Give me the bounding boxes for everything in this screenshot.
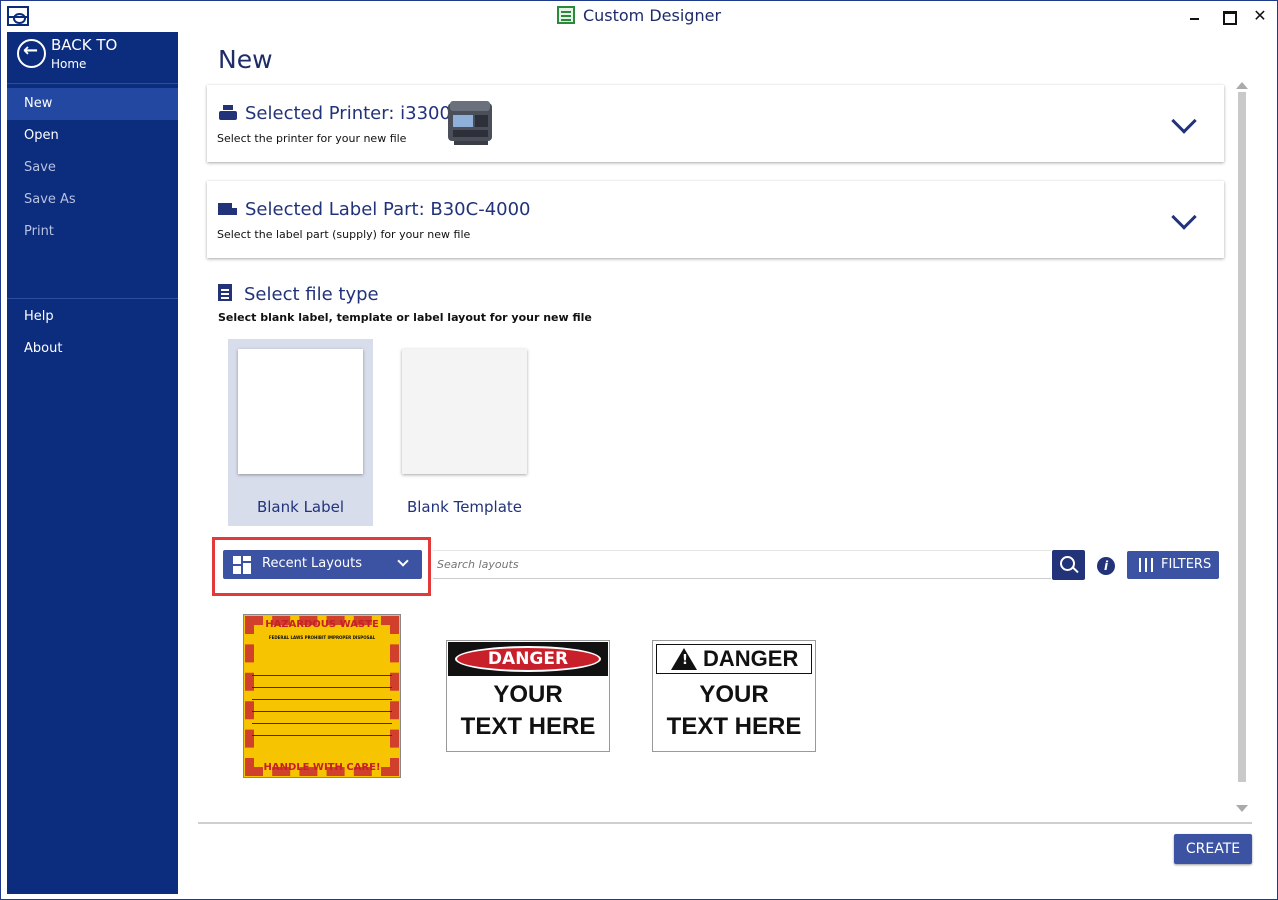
danger-triangle-label: DANGER (703, 646, 799, 671)
layout-thumbnail-hazardous-waste[interactable]: HAZARDOUS WASTE FEDERAL LAWS PROHIBIT IM… (243, 614, 401, 778)
label-part-card-title: Selected Label Part: B30C-4000 (245, 199, 531, 220)
create-button[interactable]: CREATE (1174, 834, 1252, 864)
grid-icon (233, 556, 251, 574)
danger-text-line2: TEXT HERE (666, 713, 802, 740)
printer-icon (219, 105, 237, 121)
blank-template-caption: Blank Template (406, 498, 523, 516)
sidebar-divider (7, 298, 178, 299)
hazard-field-line (252, 675, 392, 676)
file-type-subtitle: Select blank label, template or label la… (218, 311, 592, 324)
blank-label-option[interactable]: Blank Label (228, 339, 373, 526)
layout-thumbnail-danger-oval[interactable]: DANGER YOUR TEXT HERE (446, 640, 610, 752)
hazard-field-line (252, 723, 392, 724)
window-title: Custom Designer (582, 6, 722, 25)
page-title: New (218, 45, 273, 74)
close-button[interactable]: ✕ (1249, 5, 1271, 27)
blank-template-option[interactable]: Blank Template (392, 339, 537, 526)
printer-label: Selected Printer: (245, 103, 395, 124)
printer-card-subtitle: Select the printer for your new file (217, 132, 407, 145)
search-icon[interactable] (1052, 550, 1085, 580)
printer-card[interactable]: Selected Printer: i3300 Select the print… (207, 85, 1224, 162)
app-window: Custom Designer ✕ BACK TO Home New Open … (0, 0, 1278, 900)
hazard-title: HAZARDOUS WASTE (265, 619, 379, 630)
hazard-field-line (252, 711, 392, 712)
chevron-down-icon[interactable] (1171, 204, 1197, 230)
footer-divider (198, 822, 1252, 824)
back-target: Home (51, 57, 87, 71)
vertical-scrollbar[interactable] (1238, 92, 1246, 782)
danger-oval-label: DANGER (455, 646, 601, 672)
window-title-wrap: Custom Designer (1, 6, 1277, 25)
chevron-down-icon (397, 555, 409, 567)
danger-text-line2: TEXT HERE (460, 713, 596, 740)
info-icon[interactable]: i (1097, 557, 1115, 575)
back-to-home-button[interactable]: BACK TO Home (7, 32, 178, 84)
back-label: BACK TO (51, 36, 118, 54)
sidebar-item-help[interactable]: Help (7, 301, 178, 333)
scroll-up-arrow[interactable] (1236, 82, 1248, 89)
blank-label-preview (238, 349, 363, 474)
sidebar-item-save-as[interactable]: Save As (7, 184, 178, 216)
minimize-button[interactable] (1183, 5, 1205, 27)
label-part-card[interactable]: Selected Label Part: B30C-4000 Select th… (207, 181, 1224, 258)
layout-thumbnail-danger-triangle[interactable]: DANGER YOUR TEXT HERE (652, 640, 816, 752)
back-arrow-icon (17, 39, 46, 68)
sidebar-item-print[interactable]: Print (7, 216, 178, 248)
main-content: New Selected Printer: i3300 Select the p… (178, 32, 1277, 894)
hazard-text: FEDERAL LAWS PROHIBIT IMPROPER DISPOSAL (268, 635, 376, 640)
label-icon (218, 203, 237, 215)
chevron-down-icon[interactable] (1171, 108, 1197, 134)
label-part-label: Selected Label Part: (245, 199, 425, 220)
sidebar-item-about[interactable]: About (7, 333, 178, 365)
blank-label-caption: Blank Label (256, 498, 345, 516)
label-part-value: B30C-4000 (430, 199, 531, 220)
layouts-dropdown-label: Recent Layouts (262, 556, 363, 571)
printer-card-title: Selected Printer: i3300 (245, 103, 451, 124)
danger-header: DANGER (656, 644, 812, 674)
hazard-border (245, 616, 399, 776)
layouts-dropdown[interactable]: Recent Layouts (223, 550, 422, 579)
printer-image (448, 101, 492, 145)
sidebar-item-open[interactable]: Open (7, 120, 178, 152)
blank-template-preview (402, 349, 527, 474)
maximize-button[interactable] (1217, 5, 1239, 27)
filters-button[interactable]: FILTERS (1127, 551, 1219, 579)
file-type-title: Select file type (244, 284, 379, 305)
danger-header: DANGER (448, 642, 608, 676)
hazard-field-line (252, 735, 392, 736)
filters-label: FILTERS (1161, 557, 1212, 572)
warning-icon (671, 648, 697, 670)
file-icon (218, 284, 232, 301)
label-part-card-subtitle: Select the label part (supply) for your … (217, 228, 471, 241)
danger-text-line1: YOUR (493, 681, 563, 708)
scroll-down-arrow[interactable] (1236, 805, 1248, 812)
hazard-field-line (252, 699, 392, 700)
sidebar: BACK TO Home New Open Save Save As Print… (7, 32, 178, 894)
document-icon (556, 6, 575, 24)
title-bar: Custom Designer ✕ (1, 1, 1277, 32)
hazard-field-line (252, 687, 392, 688)
sidebar-item-new[interactable]: New (7, 88, 178, 120)
hazard-bottom-text: HANDLE WITH CARE! (263, 762, 381, 773)
sidebar-item-save[interactable]: Save (7, 152, 178, 184)
filters-icon (1138, 558, 1154, 572)
danger-text-line1: YOUR (699, 681, 769, 708)
search-layouts-input[interactable] (433, 550, 1051, 579)
